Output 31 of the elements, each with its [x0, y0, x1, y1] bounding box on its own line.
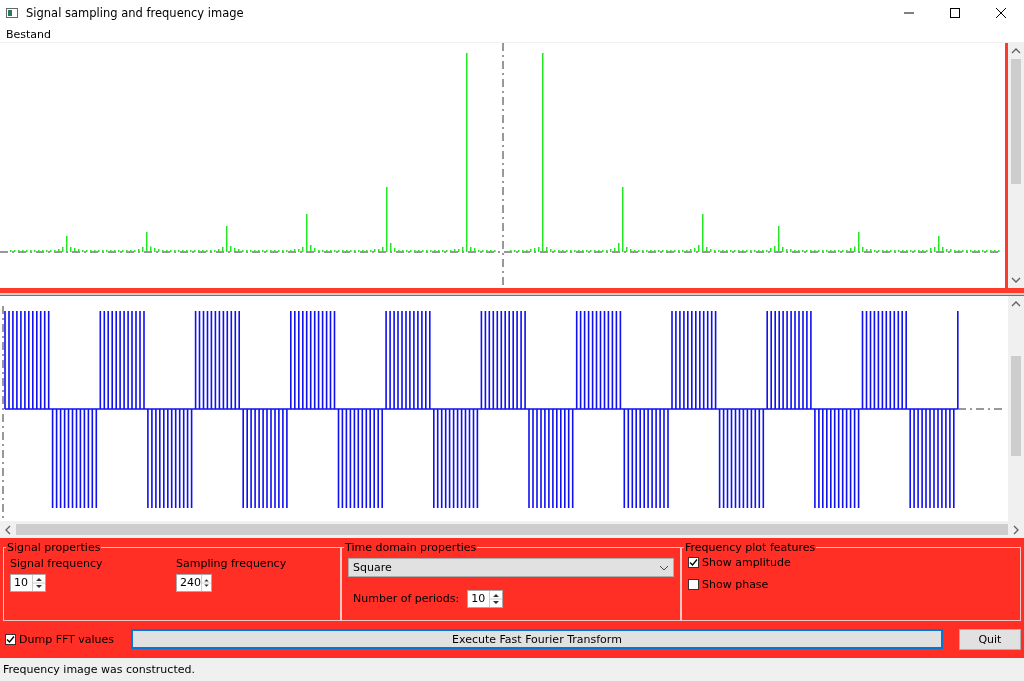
vertical-scrollbar[interactable]: [1008, 43, 1024, 288]
field-label: Signal frequency: [10, 557, 104, 570]
checkbox[interactable]: [5, 633, 16, 645]
checkbox[interactable]: [688, 557, 699, 568]
vertical-scrollbar[interactable]: [1008, 296, 1024, 521]
checkbox-label: Show amplitude: [702, 556, 791, 569]
group-title: Frequency plot features: [684, 541, 817, 554]
menu-item[interactable]: Bestand: [0, 27, 58, 41]
app-icon: [6, 8, 18, 18]
waveform-dropdown[interactable]: Square: [348, 558, 674, 577]
spin-arrows-icon[interactable]: [489, 591, 503, 607]
maximize-icon[interactable]: [950, 8, 960, 18]
chevron-down-icon: [659, 564, 669, 571]
checkbox-label: Show phase: [702, 578, 769, 591]
checkbox-label: Dump FFT values: [19, 632, 115, 646]
status-bar: Frequency image was constructed.: [0, 658, 1024, 681]
number-spinner[interactable]: 240: [176, 574, 212, 592]
group-title: Signal properties: [6, 541, 102, 554]
number-spinner[interactable]: 10: [10, 574, 46, 592]
group-title: Time domain properties: [344, 541, 478, 554]
field-label: Sampling frequency: [176, 557, 288, 570]
checkbox[interactable]: [688, 579, 699, 590]
execute-button[interactable]: Execute Fast Fourier Transform: [131, 629, 943, 649]
field-label: Number of periods:: [353, 592, 460, 605]
number-spinner[interactable]: 10: [467, 590, 504, 608]
spin-arrows-icon[interactable]: [32, 575, 45, 591]
close-icon[interactable]: [996, 8, 1006, 18]
spin-arrows-icon[interactable]: [201, 575, 211, 591]
quit-button[interactable]: Quit: [958, 628, 1021, 650]
window-title: Signal sampling and frequency image: [26, 6, 245, 20]
horizontal-scrollbar[interactable]: [0, 521, 1024, 538]
